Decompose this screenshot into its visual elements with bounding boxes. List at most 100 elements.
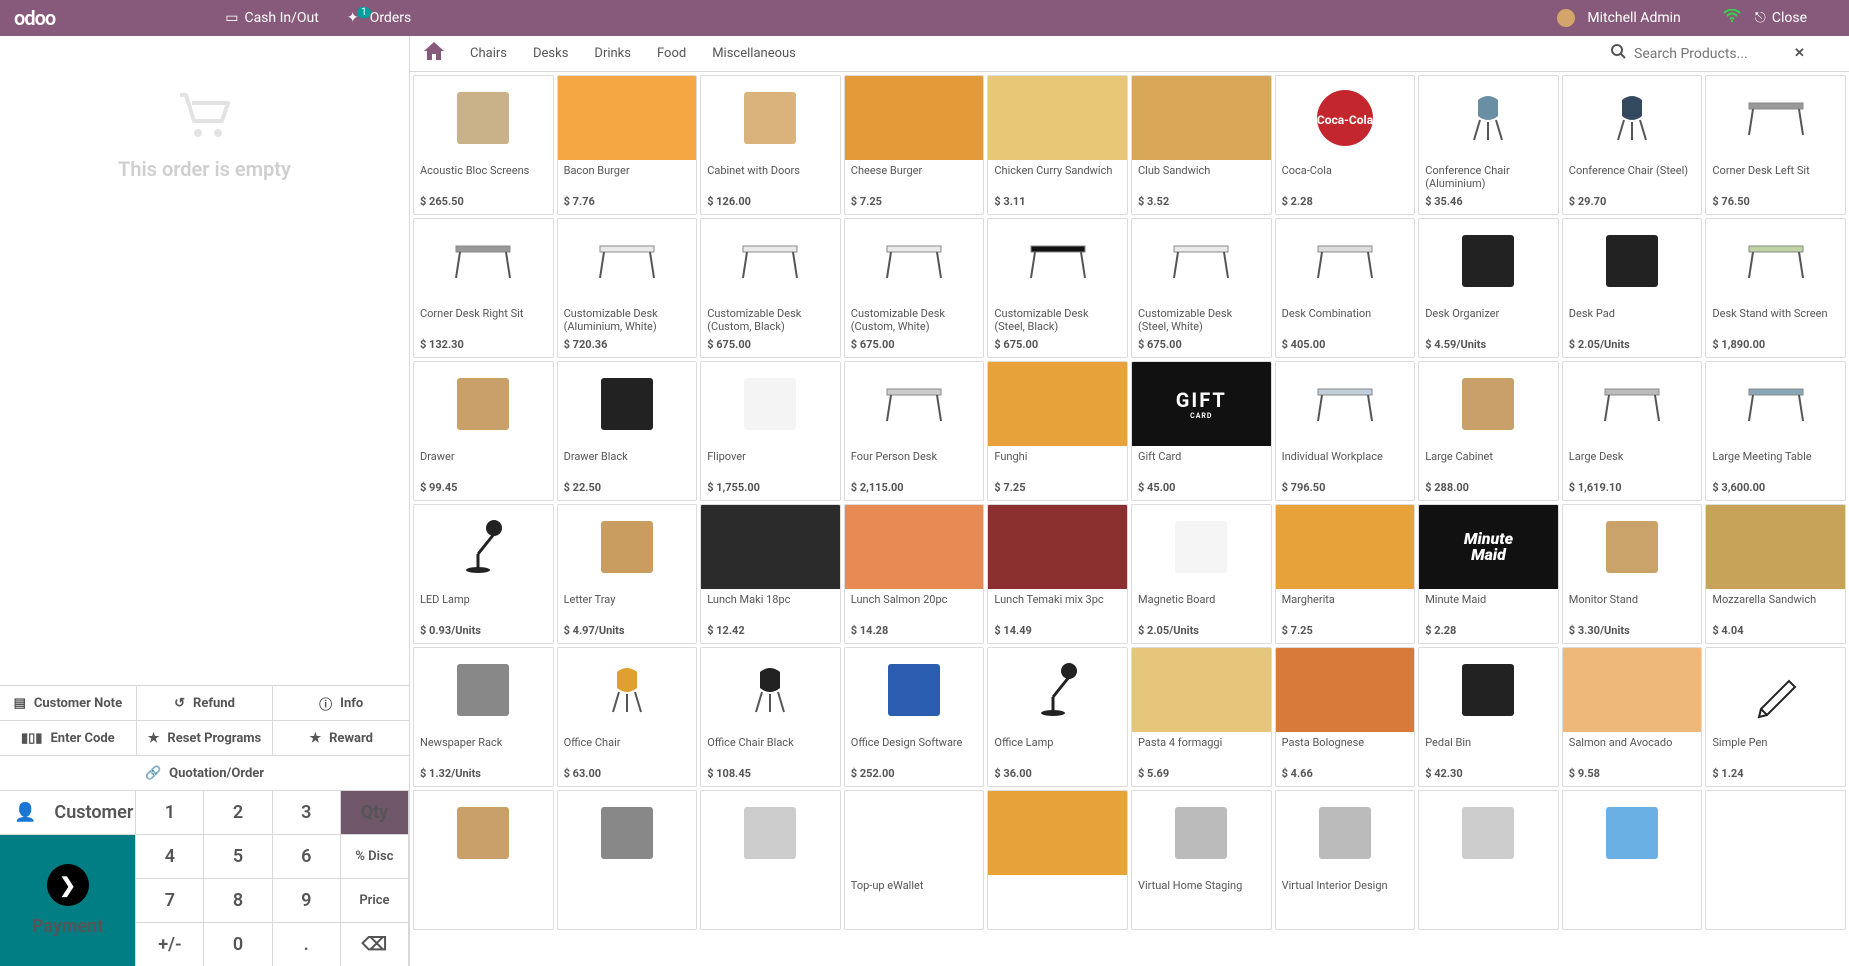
key-8[interactable]: 8	[204, 878, 272, 922]
product-card[interactable]: Desk Pad $ 2.05/Units	[1562, 218, 1703, 358]
product-card[interactable]: Office Chair Black $ 108.45	[700, 647, 841, 787]
product-card[interactable]	[700, 790, 841, 930]
key-7[interactable]: 7	[136, 878, 204, 922]
product-card[interactable]: Large Desk $ 1,619.10	[1562, 361, 1703, 501]
product-card[interactable]: Top-up eWallet	[844, 790, 985, 930]
cash-in-out-button[interactable]: ▭ Cash In/Out	[225, 10, 319, 26]
product-card[interactable]: Desk Combination $ 405.00	[1275, 218, 1416, 358]
product-card[interactable]: Drawer $ 99.45	[413, 361, 554, 501]
product-card[interactable]: Customizable Desk (Steel, Black) $ 675.0…	[987, 218, 1128, 358]
product-card[interactable]: Newspaper Rack $ 1.32/Units	[413, 647, 554, 787]
product-card[interactable]: Desk Organizer $ 4.59/Units	[1418, 218, 1559, 358]
category-tab-miscellaneous[interactable]: Miscellaneous	[712, 46, 796, 61]
category-tab-drinks[interactable]: Drinks	[594, 46, 631, 61]
search-clear-button[interactable]: ✕	[1794, 46, 1805, 61]
product-card[interactable]: Salmon and Avocado $ 9.58	[1562, 647, 1703, 787]
product-card[interactable]: Simple Pen $ 1.24	[1705, 647, 1846, 787]
product-card[interactable]: Large Cabinet $ 288.00	[1418, 361, 1559, 501]
key-disc[interactable]: % Disc	[341, 834, 409, 878]
key-qty[interactable]: Qty	[341, 790, 409, 834]
product-card[interactable]: Customizable Desk (Custom, White) $ 675.…	[844, 218, 985, 358]
key-dot[interactable]: .	[273, 922, 341, 966]
product-card[interactable]	[1705, 790, 1846, 930]
key-1[interactable]: 1	[136, 790, 204, 834]
key-plus-minus[interactable]: +/-	[136, 922, 204, 966]
product-card[interactable]: Conference Chair (Steel) $ 29.70	[1562, 75, 1703, 215]
product-card[interactable]: Individual Workplace $ 796.50	[1275, 361, 1416, 501]
quotation-order-button[interactable]: 🔗Quotation/Order	[0, 756, 409, 790]
product-card[interactable]: Cheese Burger $ 7.25	[844, 75, 985, 215]
reset-programs-button[interactable]: ★Reset Programs	[137, 721, 274, 755]
product-card[interactable]: Office Design Software $ 252.00	[844, 647, 985, 787]
product-card[interactable]: MinuteMaid Minute Maid $ 2.28	[1418, 504, 1559, 644]
product-card[interactable]: Corner Desk Right Sit $ 132.30	[413, 218, 554, 358]
customer-button[interactable]: 👤Customer	[0, 790, 136, 834]
product-card[interactable]: Acoustic Bloc Screens $ 265.50	[413, 75, 554, 215]
product-card[interactable]: Chicken Curry Sandwich $ 3.11	[987, 75, 1128, 215]
key-2[interactable]: 2	[204, 790, 272, 834]
product-card[interactable]: Virtual Interior Design	[1275, 790, 1416, 930]
key-9[interactable]: 9	[273, 878, 341, 922]
product-card[interactable]: Office Lamp $ 36.00	[987, 647, 1128, 787]
product-card[interactable]: Pedal Bin $ 42.30	[1418, 647, 1559, 787]
category-tab-desks[interactable]: Desks	[533, 46, 568, 61]
product-card[interactable]: Pasta 4 formaggi $ 5.69	[1131, 647, 1272, 787]
key-4[interactable]: 4	[136, 834, 204, 878]
product-card[interactable]: Coca-Cola Coca-Cola $ 2.28	[1275, 75, 1416, 215]
product-card[interactable]	[413, 790, 554, 930]
product-card[interactable]: Lunch Salmon 20pc $ 14.28	[844, 504, 985, 644]
product-card[interactable]: Lunch Maki 18pc $ 12.42	[700, 504, 841, 644]
product-card[interactable]: GIFTCARD Gift Card $ 45.00	[1131, 361, 1272, 501]
product-card[interactable]: Pasta Bolognese $ 4.66	[1275, 647, 1416, 787]
product-card[interactable]: Cabinet with Doors $ 126.00	[700, 75, 841, 215]
product-card[interactable]: Customizable Desk (Custom, Black) $ 675.…	[700, 218, 841, 358]
refund-button[interactable]: ↺Refund	[137, 686, 274, 720]
home-button[interactable]	[424, 42, 444, 65]
product-card[interactable]	[987, 790, 1128, 930]
product-card[interactable]: Lunch Temaki mix 3pc $ 14.49	[987, 504, 1128, 644]
product-card[interactable]: Large Meeting Table $ 3,600.00	[1705, 361, 1846, 501]
search-input[interactable]	[1634, 46, 1794, 62]
product-name	[701, 875, 840, 923]
product-card[interactable]: Magnetic Board $ 2.05/Units	[1131, 504, 1272, 644]
orders-button[interactable]: ✦ 1 Orders	[347, 10, 411, 27]
product-card[interactable]: Flipover $ 1,755.00	[700, 361, 841, 501]
product-card[interactable]: Corner Desk Left Sit $ 76.50	[1705, 75, 1846, 215]
close-button[interactable]: ⎋ Close	[1755, 10, 1807, 26]
product-card[interactable]: Four Person Desk $ 2,115.00	[844, 361, 985, 501]
category-tab-food[interactable]: Food	[657, 46, 686, 61]
product-card[interactable]: Funghi $ 7.25	[987, 361, 1128, 501]
enter-code-button[interactable]: ▮▯▮Enter Code	[0, 721, 137, 755]
key-backspace[interactable]: ⌫	[341, 922, 409, 966]
product-card[interactable]: Customizable Desk (Aluminium, White) $ 7…	[557, 218, 698, 358]
product-card[interactable]: Margherita $ 7.25	[1275, 504, 1416, 644]
product-card[interactable]: Drawer Black $ 22.50	[557, 361, 698, 501]
product-card[interactable]: Virtual Home Staging	[1131, 790, 1272, 930]
info-button[interactable]: ⓘInfo	[273, 686, 409, 720]
product-card[interactable]: Desk Stand with Screen $ 1,890.00	[1705, 218, 1846, 358]
product-card[interactable]: Conference Chair (Aluminium) $ 35.46	[1418, 75, 1559, 215]
key-3[interactable]: 3	[273, 790, 341, 834]
product-card[interactable]: Mozzarella Sandwich $ 4.04	[1705, 504, 1846, 644]
product-card[interactable]	[1418, 790, 1559, 930]
user-menu[interactable]: Mitchell Admin	[1557, 9, 1680, 27]
product-card[interactable]	[1562, 790, 1703, 930]
customer-note-button[interactable]: ▤Customer Note	[0, 686, 137, 720]
key-price[interactable]: Price	[341, 878, 409, 922]
reward-button[interactable]: ★Reward	[273, 721, 409, 755]
product-card[interactable]: Customizable Desk (Steel, White) $ 675.0…	[1131, 218, 1272, 358]
product-name	[558, 875, 697, 923]
product-card[interactable]: Office Chair $ 63.00	[557, 647, 698, 787]
product-card[interactable]: Club Sandwich $ 3.52	[1131, 75, 1272, 215]
product-card[interactable]	[557, 790, 698, 930]
key-0[interactable]: 0	[204, 922, 272, 966]
category-tab-chairs[interactable]: Chairs	[470, 46, 507, 61]
product-grid-scroll[interactable]: Acoustic Bloc Screens $ 265.50 Bacon Bur…	[410, 72, 1849, 966]
payment-button[interactable]: ❯ Payment	[0, 834, 136, 966]
key-6[interactable]: 6	[273, 834, 341, 878]
product-card[interactable]: Monitor Stand $ 3.30/Units	[1562, 504, 1703, 644]
key-5[interactable]: 5	[204, 834, 272, 878]
product-card[interactable]: Bacon Burger $ 7.76	[557, 75, 698, 215]
product-card[interactable]: Letter Tray $ 4.97/Units	[557, 504, 698, 644]
product-card[interactable]: LED Lamp $ 0.93/Units	[413, 504, 554, 644]
